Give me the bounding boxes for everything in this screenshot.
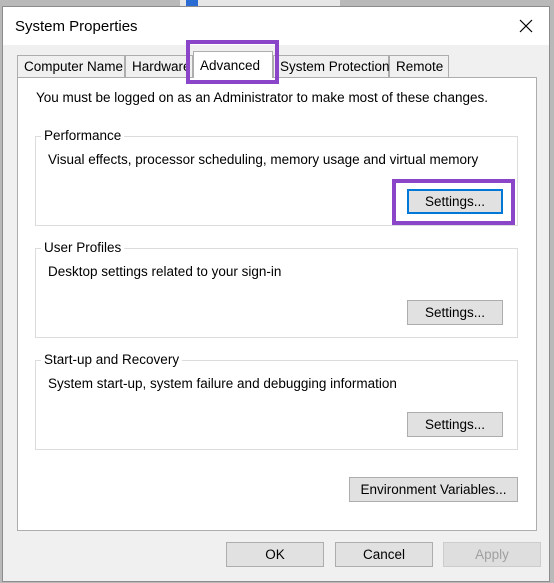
tab-remote[interactable]: Remote xyxy=(389,55,449,77)
environment-variables-button[interactable]: Environment Variables... xyxy=(349,477,518,502)
user-profiles-group: User Profiles Desktop settings related t… xyxy=(35,240,518,338)
performance-group: Performance Visual effects, processor sc… xyxy=(35,128,518,226)
startup-recovery-title: Start-up and Recovery xyxy=(41,352,183,368)
user-profiles-description: Desktop settings related to your sign-in xyxy=(48,264,282,279)
performance-settings-button[interactable]: Settings... xyxy=(407,189,503,214)
ok-button[interactable]: OK xyxy=(226,542,324,567)
user-profiles-title: User Profiles xyxy=(41,240,125,256)
system-properties-dialog: System Properties Computer Name Hardware… xyxy=(2,6,550,582)
tab-advanced[interactable]: Advanced xyxy=(193,51,273,78)
startup-recovery-settings-button[interactable]: Settings... xyxy=(407,412,503,437)
startup-recovery-description: System start-up, system failure and debu… xyxy=(48,376,397,391)
performance-title: Performance xyxy=(41,128,125,144)
startup-recovery-group: Start-up and Recovery System start-up, s… xyxy=(35,352,518,450)
close-button[interactable] xyxy=(503,7,549,45)
close-icon xyxy=(519,19,533,33)
tab-computer-name[interactable]: Computer Name xyxy=(17,55,125,77)
performance-description: Visual effects, processor scheduling, me… xyxy=(48,152,479,167)
tab-system-protection[interactable]: System Protection xyxy=(273,55,390,77)
cancel-button[interactable]: Cancel xyxy=(335,542,433,567)
advanced-tab-panel: You must be logged on as an Administrato… xyxy=(17,77,537,531)
user-profiles-settings-button[interactable]: Settings... xyxy=(407,300,503,325)
admin-notice: You must be logged on as an Administrato… xyxy=(36,90,489,105)
tab-hardware[interactable]: Hardware xyxy=(125,55,193,77)
title-bar: System Properties xyxy=(3,7,549,45)
apply-button[interactable]: Apply xyxy=(443,542,541,567)
window-title: System Properties xyxy=(15,18,138,35)
